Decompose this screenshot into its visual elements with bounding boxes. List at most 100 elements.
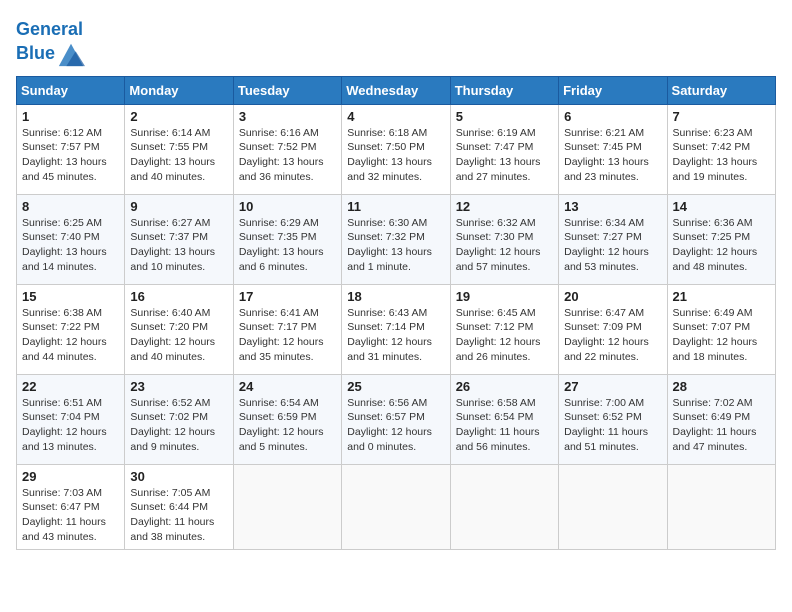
weekday-header-friday: Friday (559, 76, 667, 104)
day-info: Sunrise: 7:02 AMSunset: 6:49 PMDaylight:… (673, 396, 770, 455)
day-number: 25 (347, 379, 444, 394)
day-number: 16 (130, 289, 227, 304)
day-number: 26 (456, 379, 553, 394)
day-number: 21 (673, 289, 770, 304)
calendar-cell: 17Sunrise: 6:41 AMSunset: 7:17 PMDayligh… (233, 284, 341, 374)
calendar-cell (450, 464, 558, 549)
calendar-cell: 15 Sunrise: 6:38 AMSunset: 7:22 PMDayligh… (17, 284, 125, 374)
day-number: 10 (239, 199, 336, 214)
calendar-cell: 16 Sunrise: 6:40 AMSunset: 7:20 PMDayligh… (125, 284, 233, 374)
calendar-cell: 7 Sunrise: 6:23 AMSunset: 7:42 PMDaylight… (667, 104, 775, 194)
day-number: 2 (130, 109, 227, 124)
calendar-cell: 6Sunrise: 6:21 AMSunset: 7:45 PMDaylight… (559, 104, 667, 194)
calendar-cell: 4 Sunrise: 6:18 AMSunset: 7:50 PMDaylight… (342, 104, 450, 194)
day-info: Sunrise: 6:45 AMSunset: 7:12 PMDaylight:… (456, 306, 553, 365)
day-number: 28 (673, 379, 770, 394)
day-number: 4 (347, 109, 444, 124)
weekday-header-sunday: Sunday (17, 76, 125, 104)
calendar-cell (667, 464, 775, 549)
day-info: Sunrise: 6:29 AMSunset: 7:35 PMDaylight:… (239, 216, 336, 275)
calendar-cell: 26 Sunrise: 6:58 AMSunset: 6:54 PMDayligh… (450, 374, 558, 464)
calendar-cell: 29 Sunrise: 7:03 AMSunset: 6:47 PMDayligh… (17, 464, 125, 549)
day-number: 17 (239, 289, 336, 304)
calendar-week-4: 22Sunrise: 6:51 AMSunset: 7:04 PMDayligh… (17, 374, 776, 464)
day-number: 15 (22, 289, 119, 304)
calendar-cell: 27 Sunrise: 7:00 AMSunset: 6:52 PMDayligh… (559, 374, 667, 464)
day-info: Sunrise: 6:30 AMSunset: 7:32 PMDaylight:… (347, 216, 444, 275)
day-info: Sunrise: 7:05 AMSunset: 6:44 PMDaylight:… (130, 486, 227, 545)
day-info: Sunrise: 6:40 AMSunset: 7:20 PMDaylight:… (130, 306, 227, 365)
day-number: 19 (456, 289, 553, 304)
calendar-cell (233, 464, 341, 549)
day-info: Sunrise: 6:23 AMSunset: 7:42 PMDaylight:… (673, 126, 770, 185)
calendar-week-5: 29 Sunrise: 7:03 AMSunset: 6:47 PMDayligh… (17, 464, 776, 549)
weekday-header-wednesday: Wednesday (342, 76, 450, 104)
weekday-header-row: SundayMondayTuesdayWednesdayThursdayFrid… (17, 76, 776, 104)
weekday-header-tuesday: Tuesday (233, 76, 341, 104)
calendar-cell (559, 464, 667, 549)
day-info: Sunrise: 6:16 AMSunset: 7:52 PMDaylight:… (239, 126, 336, 185)
calendar-cell: 10 Sunrise: 6:29 AMSunset: 7:35 PMDayligh… (233, 194, 341, 284)
calendar-cell: 9Sunrise: 6:27 AMSunset: 7:37 PMDaylight… (125, 194, 233, 284)
day-number: 9 (130, 199, 227, 214)
calendar-week-2: 8 Sunrise: 6:25 AMSunset: 7:40 PMDaylight… (17, 194, 776, 284)
day-number: 3 (239, 109, 336, 124)
day-number: 29 (22, 469, 119, 484)
day-info: Sunrise: 6:14 AMSunset: 7:55 PMDaylight:… (130, 126, 227, 185)
day-info: Sunrise: 6:47 AMSunset: 7:09 PMDaylight:… (564, 306, 661, 365)
day-info: Sunrise: 7:00 AMSunset: 6:52 PMDaylight:… (564, 396, 661, 455)
calendar-week-3: 15 Sunrise: 6:38 AMSunset: 7:22 PMDayligh… (17, 284, 776, 374)
calendar-cell: 21Sunrise: 6:49 AMSunset: 7:07 PMDayligh… (667, 284, 775, 374)
calendar-cell: 22Sunrise: 6:51 AMSunset: 7:04 PMDayligh… (17, 374, 125, 464)
day-info: Sunrise: 6:25 AMSunset: 7:40 PMDaylight:… (22, 216, 119, 275)
calendar-cell: 14Sunrise: 6:36 AMSunset: 7:25 PMDayligh… (667, 194, 775, 284)
day-number: 24 (239, 379, 336, 394)
calendar-cell: 2 Sunrise: 6:14 AMSunset: 7:55 PMDaylight… (125, 104, 233, 194)
day-info: Sunrise: 6:12 AMSunset: 7:57 PMDaylight:… (22, 126, 119, 185)
day-number: 13 (564, 199, 661, 214)
calendar: SundayMondayTuesdayWednesdayThursdayFrid… (16, 76, 776, 550)
calendar-cell: 24 Sunrise: 6:54 AMSunset: 6:59 PMDayligh… (233, 374, 341, 464)
day-info: Sunrise: 7:03 AMSunset: 6:47 PMDaylight:… (22, 486, 119, 545)
day-number: 18 (347, 289, 444, 304)
day-number: 23 (130, 379, 227, 394)
day-info: Sunrise: 6:58 AMSunset: 6:54 PMDaylight:… (456, 396, 553, 455)
calendar-cell: 18 Sunrise: 6:43 AMSunset: 7:14 PMDayligh… (342, 284, 450, 374)
calendar-week-1: 1 Sunrise: 6:12 AMSunset: 7:57 PMDaylight… (17, 104, 776, 194)
day-info: Sunrise: 6:43 AMSunset: 7:14 PMDaylight:… (347, 306, 444, 365)
day-number: 1 (22, 109, 119, 124)
weekday-header-saturday: Saturday (667, 76, 775, 104)
header: General Blue (16, 16, 776, 68)
calendar-cell: 1 Sunrise: 6:12 AMSunset: 7:57 PMDaylight… (17, 104, 125, 194)
calendar-cell: 20 Sunrise: 6:47 AMSunset: 7:09 PMDayligh… (559, 284, 667, 374)
day-number: 20 (564, 289, 661, 304)
day-info: Sunrise: 6:54 AMSunset: 6:59 PMDaylight:… (239, 396, 336, 455)
calendar-cell: 28 Sunrise: 7:02 AMSunset: 6:49 PMDayligh… (667, 374, 775, 464)
day-info: Sunrise: 6:19 AMSunset: 7:47 PMDaylight:… (456, 126, 553, 185)
day-number: 22 (22, 379, 119, 394)
calendar-cell: 13 Sunrise: 6:34 AMSunset: 7:27 PMDayligh… (559, 194, 667, 284)
day-number: 6 (564, 109, 661, 124)
calendar-cell: 11Sunrise: 6:30 AMSunset: 7:32 PMDayligh… (342, 194, 450, 284)
calendar-cell: 25 Sunrise: 6:56 AMSunset: 6:57 PMDayligh… (342, 374, 450, 464)
day-info: Sunrise: 6:52 AMSunset: 7:02 PMDaylight:… (130, 396, 227, 455)
weekday-header-thursday: Thursday (450, 76, 558, 104)
logo-blue: Blue (16, 44, 55, 64)
day-number: 27 (564, 379, 661, 394)
day-info: Sunrise: 6:34 AMSunset: 7:27 PMDaylight:… (564, 216, 661, 275)
calendar-cell: 3 Sunrise: 6:16 AMSunset: 7:52 PMDaylight… (233, 104, 341, 194)
calendar-cell (342, 464, 450, 549)
calendar-cell: 23 Sunrise: 6:52 AMSunset: 7:02 PMDayligh… (125, 374, 233, 464)
calendar-cell: 30Sunrise: 7:05 AMSunset: 6:44 PMDayligh… (125, 464, 233, 549)
calendar-cell: 12Sunrise: 6:32 AMSunset: 7:30 PMDayligh… (450, 194, 558, 284)
calendar-cell: 19 Sunrise: 6:45 AMSunset: 7:12 PMDayligh… (450, 284, 558, 374)
logo-icon (57, 40, 85, 68)
day-number: 8 (22, 199, 119, 214)
day-number: 14 (673, 199, 770, 214)
logo: General Blue (16, 20, 85, 68)
day-number: 7 (673, 109, 770, 124)
day-info: Sunrise: 6:32 AMSunset: 7:30 PMDaylight:… (456, 216, 553, 275)
day-info: Sunrise: 6:38 AMSunset: 7:22 PMDaylight:… (22, 306, 119, 365)
day-info: Sunrise: 6:18 AMSunset: 7:50 PMDaylight:… (347, 126, 444, 185)
day-info: Sunrise: 6:56 AMSunset: 6:57 PMDaylight:… (347, 396, 444, 455)
